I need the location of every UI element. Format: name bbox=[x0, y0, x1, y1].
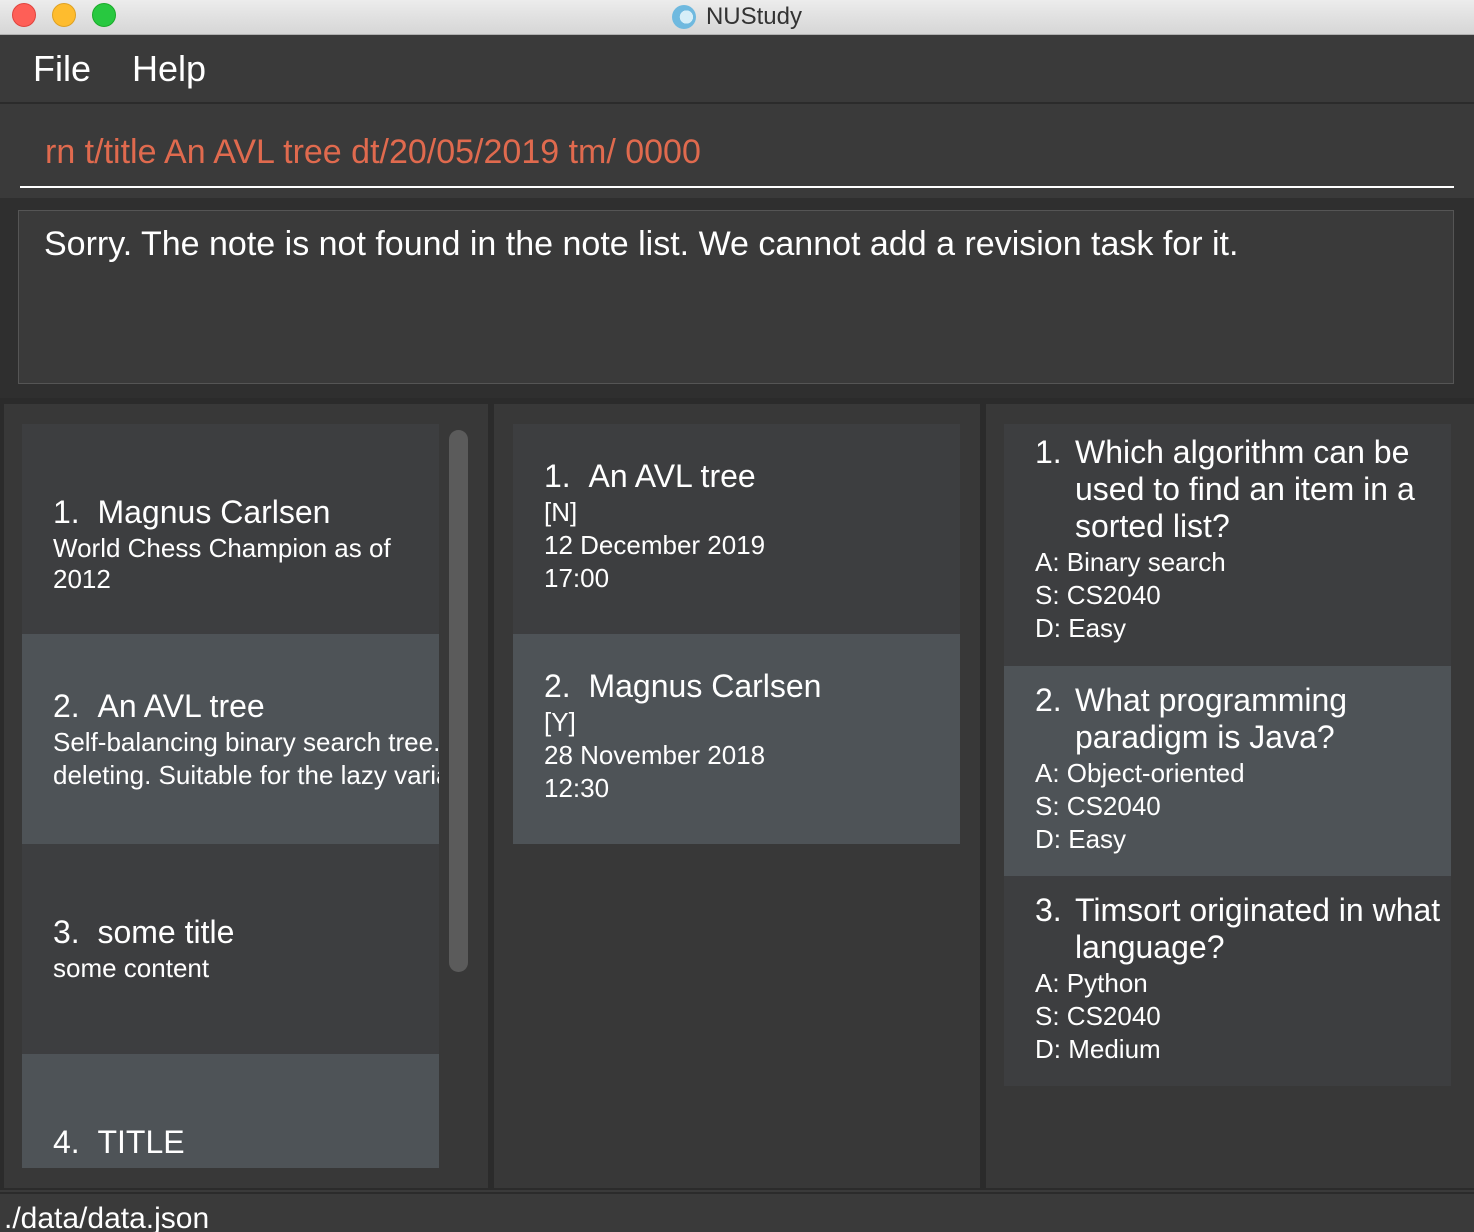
task-time: 17:00 bbox=[544, 563, 610, 593]
task-status: [N] bbox=[544, 497, 578, 527]
question-subject: S: CS2040 bbox=[1035, 791, 1161, 821]
window-title-group: NUStudy bbox=[0, 0, 1474, 34]
window-titlebar: NUStudy bbox=[0, 0, 1474, 35]
question-subject: S: CS2040 bbox=[1035, 580, 1161, 610]
app-icon bbox=[671, 5, 696, 29]
question-difficulty: D: Easy bbox=[1035, 613, 1127, 643]
note-content: World Chess Champion as of 2012 bbox=[53, 533, 391, 594]
question-card[interactable]: 1. Which algorithm can be used to find an… bbox=[1004, 424, 1451, 666]
window-title: NUStudy bbox=[705, 3, 803, 30]
question-text: 2. What programming paradigm is Java? bbox=[1035, 682, 1348, 755]
menu-bar: File Help bbox=[0, 35, 1474, 104]
task-card[interactable]: 1. An AVL tree [N] 12 December 2019 17:0… bbox=[513, 424, 960, 634]
menu-file[interactable]: File bbox=[33, 48, 91, 90]
result-display: Sorry. The note is not found in the note… bbox=[18, 210, 1454, 384]
save-file-path: ./data/data.json bbox=[4, 1202, 210, 1232]
note-title: 2. An AVL tree bbox=[53, 688, 265, 724]
note-title: 3. some title bbox=[53, 914, 235, 950]
lists-panel: 1. Magnus Carlsen World Chess Champion a… bbox=[0, 398, 1474, 1190]
task-list[interactable]: 1. An AVL tree [N] 12 December 2019 17:0… bbox=[494, 404, 980, 1188]
status-bar: ./data/data.json bbox=[0, 1192, 1474, 1232]
question-answer: A: Object-oriented bbox=[1035, 758, 1245, 788]
question-card[interactable]: 2. What programming paradigm is Java? A: … bbox=[1004, 666, 1451, 876]
question-answer: A: Python bbox=[1035, 968, 1148, 998]
question-text: 1. Which algorithm can be used to find an… bbox=[1035, 434, 1415, 544]
task-card[interactable]: 2. Magnus Carlsen [Y] 28 November 2018 1… bbox=[513, 634, 960, 844]
task-title: 1. An AVL tree bbox=[544, 458, 756, 494]
task-time: 12:30 bbox=[544, 773, 610, 803]
note-card[interactable]: 3. some title some content bbox=[22, 844, 439, 1054]
note-list[interactable]: 1. Magnus Carlsen World Chess Champion a… bbox=[4, 404, 488, 1188]
question-difficulty: D: Medium bbox=[1035, 1034, 1161, 1064]
task-title: 2. Magnus Carlsen bbox=[544, 668, 822, 704]
note-card[interactable]: 4. TITLE bbox=[22, 1054, 439, 1168]
question-difficulty: D: Easy bbox=[1035, 824, 1127, 854]
note-card[interactable]: 2. An AVL tree Self-balancing binary sea… bbox=[22, 634, 439, 844]
note-content: some content bbox=[53, 953, 210, 983]
menu-help[interactable]: Help bbox=[132, 48, 206, 90]
note-card[interactable]: 1. Magnus Carlsen World Chess Champion a… bbox=[22, 424, 439, 634]
question-subject: S: CS2040 bbox=[1035, 1001, 1161, 1031]
note-content: deleting. Suitable for the lazy variant bbox=[53, 760, 439, 790]
task-status: [Y] bbox=[544, 707, 576, 737]
command-box bbox=[0, 104, 1474, 196]
question-answer: A: Binary search bbox=[1035, 547, 1226, 577]
question-card[interactable]: 3. Timsort originated in what language? A… bbox=[1004, 876, 1451, 1086]
note-list-scrollbar[interactable] bbox=[449, 430, 468, 972]
note-title: 4. TITLE bbox=[53, 1124, 185, 1160]
result-message: Sorry. The note is not found in the note… bbox=[44, 225, 1239, 263]
question-text: 3. Timsort originated in what language? bbox=[1035, 892, 1441, 965]
task-date: 12 December 2019 bbox=[544, 530, 766, 560]
note-content: Self-balancing binary search tree. N bbox=[53, 727, 439, 757]
note-title: 1. Magnus Carlsen bbox=[53, 494, 331, 530]
task-date: 28 November 2018 bbox=[544, 740, 766, 770]
command-input[interactable] bbox=[20, 118, 1454, 188]
question-list[interactable]: 1. Which algorithm can be used to find an… bbox=[986, 404, 1474, 1188]
result-display-panel: Sorry. The note is not found in the note… bbox=[0, 198, 1474, 398]
